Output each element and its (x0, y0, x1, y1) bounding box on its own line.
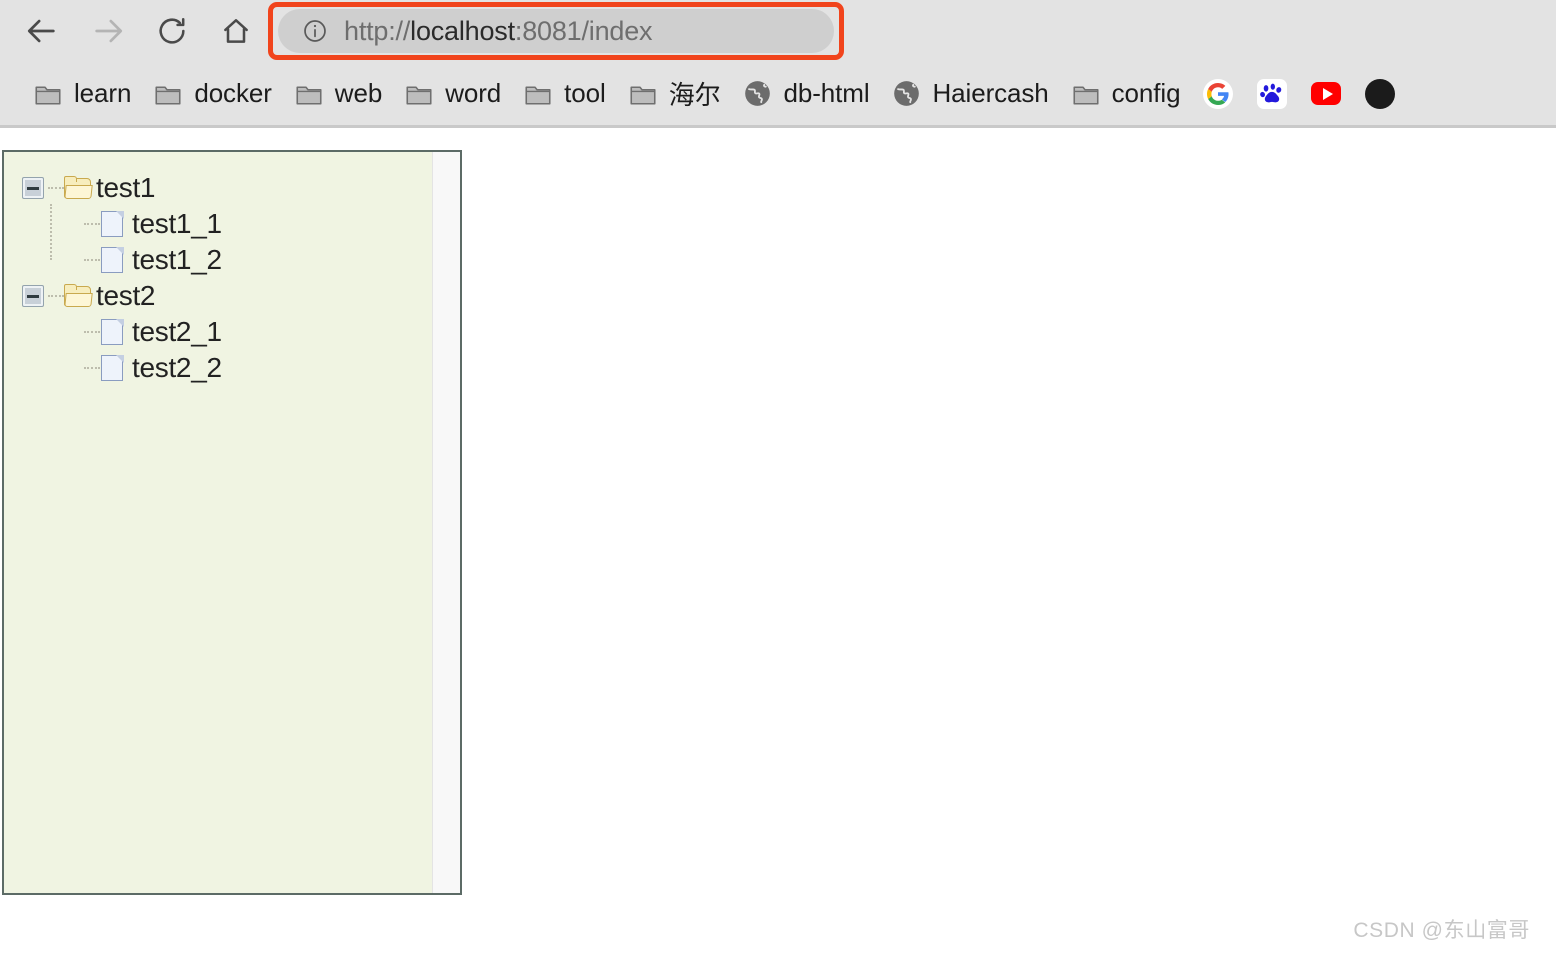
page-content: test1 test1_1 test1_2 test2 test2_1 test… (0, 128, 1556, 960)
tree-connector-line (48, 285, 64, 307)
tree-connector-line (84, 357, 100, 379)
tree-node-row[interactable]: test1_1 (58, 206, 222, 242)
bookmark-label: web (334, 78, 383, 108)
folder-open-icon (64, 284, 93, 308)
browser-chrome: http://localhost:8081/index learn docker (0, 0, 1556, 128)
folder-icon (33, 79, 63, 109)
tree-children: test2_1 test2_2 (22, 314, 222, 386)
home-button[interactable] (210, 5, 262, 57)
bookmark-youtube[interactable] (1299, 71, 1353, 117)
info-circle-icon[interactable] (302, 18, 328, 44)
address-bar-url: http://localhost:8081/index (344, 15, 653, 47)
folder-icon (153, 79, 183, 109)
file-icon (100, 246, 126, 274)
tree-connector-line (84, 213, 100, 235)
bookmark-word[interactable]: word (393, 71, 512, 117)
bookmark-label: docker (194, 78, 272, 108)
tree-node-label: test1_1 (132, 208, 222, 239)
forward-button[interactable] (82, 5, 134, 57)
arrow-right-icon (91, 14, 125, 48)
tree-node-test2_1: test2_1 (58, 314, 222, 350)
folder-icon (523, 79, 553, 109)
folder-icon (294, 79, 324, 109)
bookmark-docker[interactable]: docker (142, 71, 282, 117)
bookmark-baidu[interactable] (1245, 71, 1299, 117)
tree-node-label: test2_1 (132, 316, 222, 347)
tree-node-label: test2 (96, 280, 156, 311)
arrow-left-icon (25, 14, 59, 48)
bookmark-config[interactable]: config (1060, 71, 1192, 117)
tree-node-row[interactable]: test1_2 (58, 242, 222, 278)
reload-button[interactable] (146, 5, 198, 57)
tree-node-test2: test2 test2_1 test2_2 (22, 278, 222, 386)
tree-node-test1: test1 test1_1 test1_2 (22, 170, 222, 278)
tree-node-row[interactable]: test1 (22, 170, 222, 206)
collapse-toggle-icon[interactable] (22, 285, 44, 307)
tree-panel: test1 test1_1 test1_2 test2 test2_1 test… (2, 150, 462, 895)
bookmark-label: 海尔 (668, 80, 721, 110)
bookmarks-bar: learn docker web word tool 海尔 db-html Ha… (0, 62, 1556, 128)
watermark: CSDN @东山富哥 (1353, 919, 1530, 942)
bookmark-db-html[interactable]: db-html (732, 71, 881, 117)
bookmark-haier[interactable]: 海尔 (617, 71, 732, 117)
file-icon (100, 210, 126, 238)
ztree-root: test1 test1_1 test1_2 test2 test2_1 test… (4, 152, 222, 386)
folder-icon (404, 79, 434, 109)
tree-vertical-scrollbar[interactable] (432, 152, 460, 893)
bookmark-label: tool (564, 78, 606, 108)
tree-connector-line (48, 177, 64, 199)
bookmark-web[interactable]: web (283, 71, 393, 117)
bookmark-google[interactable] (1191, 71, 1245, 117)
dark-circle-icon (1365, 78, 1396, 109)
bookmark-label: config (1111, 78, 1181, 108)
tree-node-label: test1 (96, 172, 156, 203)
youtube-icon (1311, 79, 1342, 109)
bookmark-label: Haiercash (932, 78, 1049, 108)
globe-icon (892, 79, 922, 109)
tree-node-label: test2_2 (132, 352, 222, 383)
tree-connector-line (84, 321, 100, 343)
browser-toolbar: http://localhost:8081/index (0, 0, 1556, 62)
folder-icon (1071, 79, 1101, 109)
url-host: localhost (410, 15, 515, 46)
file-icon (100, 318, 126, 346)
folder-icon (628, 79, 658, 109)
bookmark-overflow-icon[interactable] (1353, 71, 1407, 117)
url-path: :8081/index (514, 15, 653, 46)
bookmark-label: word (445, 78, 502, 108)
address-bar[interactable]: http://localhost:8081/index (278, 9, 834, 53)
tree-node-row[interactable]: test2_1 (58, 314, 222, 350)
tree-node-row[interactable]: test2 (22, 278, 222, 314)
collapse-toggle-icon[interactable] (22, 177, 44, 199)
bookmark-label: learn (74, 78, 132, 108)
globe-icon (743, 79, 773, 109)
reload-icon (156, 15, 188, 47)
bookmark-haiercash[interactable]: Haiercash (881, 71, 1060, 117)
url-scheme: http:// (344, 15, 411, 46)
back-button[interactable] (16, 5, 68, 57)
bookmark-tool[interactable]: tool (512, 71, 617, 117)
tree-node-label: test1_2 (132, 244, 222, 275)
tree-connector-line (84, 249, 100, 271)
tree-node-test2_2: test2_2 (58, 350, 222, 386)
tree-node-test1_2: test1_2 (58, 242, 222, 278)
tree-node-test1_1: test1_1 (58, 206, 222, 242)
tree-vertical-line (50, 204, 52, 260)
google-icon (1203, 78, 1234, 109)
folder-open-icon (64, 176, 93, 200)
tree-node-row[interactable]: test2_2 (58, 350, 222, 386)
home-icon (220, 15, 252, 47)
bookmark-label: db-html (783, 78, 870, 108)
baidu-icon (1257, 78, 1288, 109)
bookmark-learn[interactable]: learn (22, 71, 142, 117)
file-icon (100, 354, 126, 382)
